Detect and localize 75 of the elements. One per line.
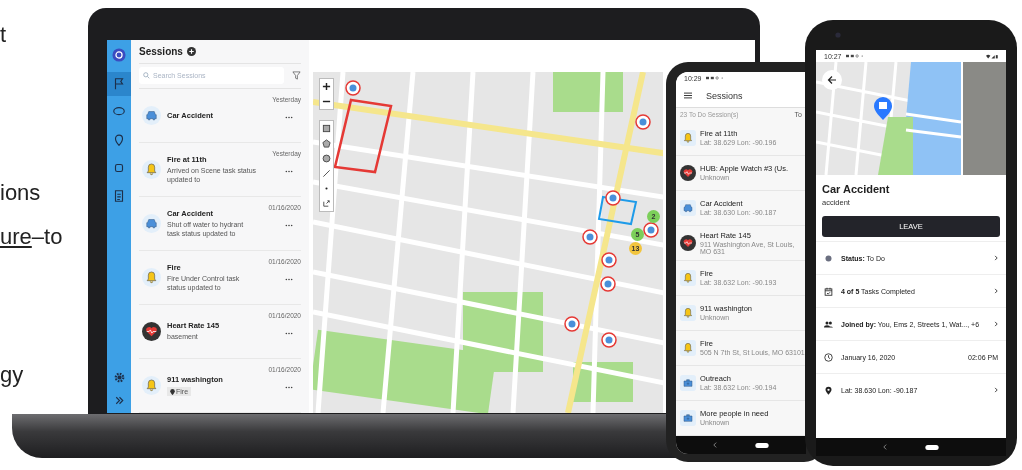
settings-icon[interactable] — [112, 371, 126, 384]
plus-icon — [322, 82, 331, 91]
map-marker-icon[interactable] — [600, 276, 616, 292]
more-icon[interactable] — [285, 386, 293, 389]
logo-icon — [112, 48, 126, 62]
filter-icon[interactable] — [292, 71, 301, 81]
area-outline[interactable] — [333, 98, 393, 174]
car-icon — [142, 214, 161, 233]
flag-icon — [112, 77, 126, 91]
back-arrow-icon — [827, 75, 837, 85]
map-marker-icon[interactable] — [582, 229, 598, 245]
bell-icon — [680, 270, 696, 286]
chip-icon — [112, 161, 126, 175]
area-outline[interactable] — [597, 195, 638, 226]
dot-icon — [322, 184, 331, 193]
menu-icon[interactable] — [684, 92, 692, 100]
more-icon[interactable] — [285, 116, 293, 119]
people-icon — [824, 319, 833, 329]
map-marker-icon[interactable] — [564, 316, 580, 332]
notification-icons — [705, 76, 724, 80]
back-icon[interactable] — [713, 442, 717, 448]
map-marker-icon[interactable] — [345, 80, 361, 96]
square-icon — [322, 124, 331, 133]
circle-icon — [322, 154, 331, 163]
chevron-icon — [994, 255, 998, 261]
chevron-icon — [994, 288, 998, 294]
search-icon — [143, 72, 150, 80]
add-icon[interactable] — [186, 46, 196, 56]
camera-icon — [835, 32, 841, 38]
map-marker-icon[interactable] — [601, 332, 617, 348]
kit-icon — [680, 375, 696, 391]
car-icon — [142, 106, 161, 125]
car-icon — [680, 200, 696, 216]
kit-icon — [680, 410, 696, 426]
clipboard-icon — [112, 189, 126, 203]
signal-battery-icon — [986, 53, 998, 59]
home-icon[interactable] — [925, 444, 939, 450]
more-icon[interactable] — [285, 332, 293, 335]
polygon-tool-button[interactable] — [320, 136, 333, 151]
app-title: Sessions — [706, 90, 743, 101]
map-marker-icon[interactable] — [635, 114, 651, 130]
back-icon[interactable] — [883, 444, 887, 450]
slide-text: ions — [0, 180, 41, 206]
flag-nav-button[interactable] — [107, 72, 131, 96]
more-icon[interactable] — [285, 224, 293, 227]
tasks-icon — [824, 286, 833, 296]
map-marker-icon[interactable] — [601, 252, 617, 268]
map-marker-icon[interactable] — [643, 222, 659, 238]
bell-icon — [680, 305, 696, 321]
sessions-title: Sessions — [139, 45, 183, 57]
slide-text: gy — [0, 362, 24, 388]
bell-icon — [142, 268, 161, 287]
line-icon — [322, 169, 331, 178]
more-icon[interactable] — [285, 170, 293, 173]
bell-icon — [142, 376, 161, 395]
location-icon — [824, 385, 833, 395]
map-marker-icon[interactable] — [605, 190, 621, 206]
export-icon — [322, 199, 331, 208]
slide-text: ure–to — [0, 224, 63, 250]
notification-icons — [845, 54, 864, 58]
slide-text: t — [0, 22, 7, 48]
more-icon[interactable] — [285, 278, 293, 281]
chevron-icon — [994, 321, 998, 327]
bell-icon — [680, 130, 696, 146]
rectangle-tool-button[interactable] — [320, 121, 333, 136]
date-icon — [824, 352, 833, 362]
pin-icon — [112, 133, 126, 147]
chevron-icon — [994, 387, 998, 393]
bell-icon — [142, 160, 161, 179]
bell-icon — [680, 340, 696, 356]
pentagon-icon — [322, 139, 331, 148]
session-title: Car Accident — [822, 183, 891, 195]
status-icon — [824, 253, 833, 263]
pin-icon — [170, 388, 175, 395]
home-icon[interactable] — [755, 442, 769, 448]
